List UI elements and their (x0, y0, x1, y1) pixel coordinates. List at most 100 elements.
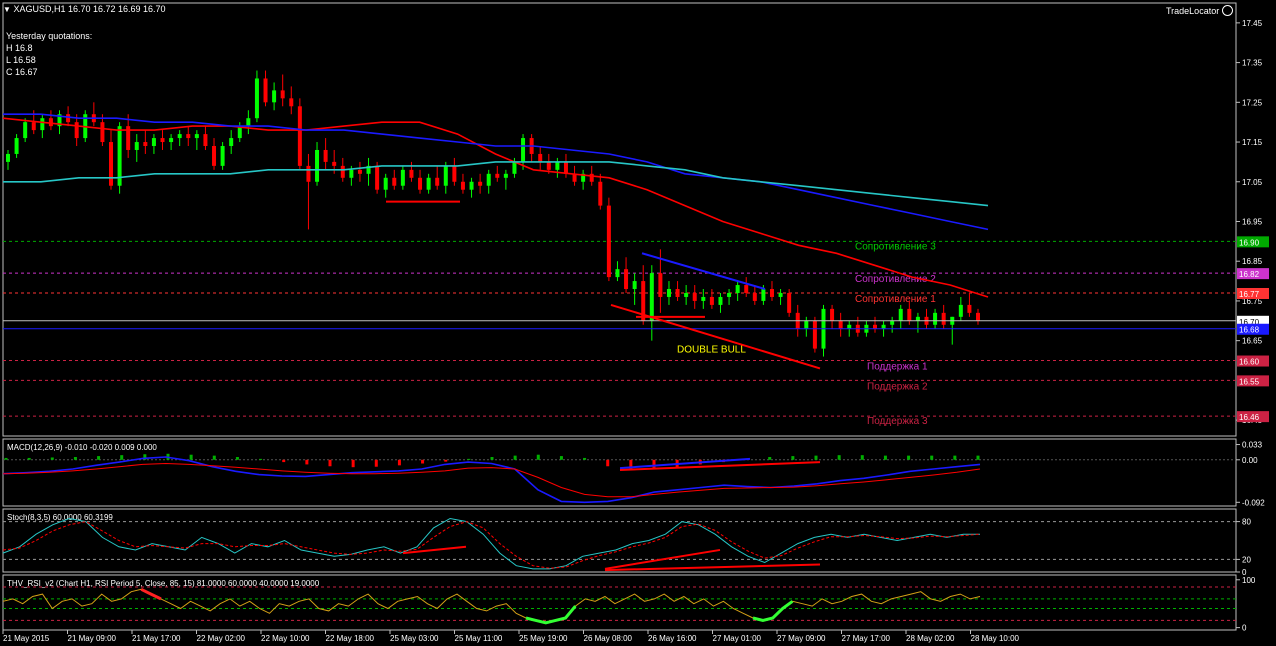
macd-histogram-bar (953, 455, 957, 460)
ma-red-line (2, 117, 989, 298)
y-tick-label: 17.05 (1242, 178, 1263, 187)
candle-body (349, 169, 354, 178)
candle-body (761, 289, 766, 301)
candle-body (915, 316, 920, 321)
macd-histogram-bar (768, 457, 772, 460)
candle-body (143, 142, 148, 147)
macd-histogram-bar (559, 456, 563, 460)
candle-body (220, 146, 225, 166)
candle-body (315, 149, 320, 182)
candle-body (383, 177, 388, 190)
double-bull-label: DOUBLE BULL (677, 345, 746, 356)
macd-signal-line (2, 462, 981, 498)
macd-histogram-bar (328, 459, 332, 467)
candle-body (744, 285, 749, 293)
candle-body (151, 138, 156, 147)
candle-body (486, 173, 491, 186)
candle-body (658, 273, 663, 297)
macd-histogram-bar (351, 459, 355, 468)
macd-histogram-bar (120, 455, 124, 460)
candle-body (907, 308, 912, 321)
y-tick-label: 17.45 (1242, 19, 1263, 28)
candle-body (967, 304, 972, 313)
macd-histogram-bar (374, 459, 378, 467)
y-tick-label: 17.25 (1242, 98, 1263, 107)
candle-body (100, 122, 105, 143)
macd-panel-frame (2, 438, 1237, 507)
time-axis-label: 25 May 11:00 (455, 634, 503, 643)
candle-body (40, 118, 45, 131)
level-label: Поддержка 3 (867, 416, 928, 427)
candle-body (134, 142, 139, 150)
candle-body (478, 181, 483, 186)
price-tag-label: 16.90 (1239, 238, 1260, 247)
macd-histogram-bar (513, 455, 517, 460)
candle-body (186, 134, 191, 139)
candle-body (48, 118, 53, 127)
price-tag-label: 16.77 (1239, 290, 1260, 299)
candle-body (804, 320, 809, 329)
macd-y-tick-label: 0.00 (1242, 456, 1258, 465)
macd-histogram-bar (235, 457, 239, 460)
time-axis-label: 25 May 03:00 (390, 634, 439, 643)
macd-histogram-bar (4, 457, 8, 460)
macd-histogram-bar (189, 454, 193, 460)
candle-body (74, 122, 79, 139)
candle-body (289, 98, 294, 107)
stoch-panel-frame (2, 508, 1237, 573)
candle-body (727, 292, 732, 297)
candle-body (263, 78, 268, 103)
macd-histogram-bar (837, 455, 841, 460)
candle-body (958, 304, 963, 317)
stoch-y-tick-label: 80 (1242, 518, 1251, 527)
time-axis-label: 28 May 02:00 (906, 634, 955, 643)
candle-body (246, 118, 251, 127)
candle-body (872, 324, 877, 329)
candle-body (375, 165, 380, 190)
candle-body (460, 181, 465, 190)
candle-body (881, 324, 886, 329)
macd-histogram-bar (97, 456, 101, 460)
trendline-red-down (610, 303, 821, 370)
macd-histogram-bar (629, 459, 633, 470)
time-axis-label: 21 May 09:00 (68, 634, 117, 643)
candle-body (546, 161, 551, 170)
macd-histogram-bar (930, 455, 934, 460)
candle-body (838, 320, 843, 329)
candle-body (409, 169, 414, 178)
candle-body (830, 308, 835, 321)
macd-histogram-bar (421, 459, 425, 464)
y-tick-label: 17.35 (1242, 59, 1263, 68)
candle-body (598, 181, 603, 206)
y-tick-label: 17.15 (1242, 138, 1263, 147)
candle-body (624, 269, 629, 290)
macd-histogram-bar (907, 455, 911, 460)
candle-body (752, 292, 757, 301)
candle-body (177, 134, 182, 139)
time-axis-label: 27 May 01:00 (713, 634, 762, 643)
candle-body (194, 134, 199, 139)
chart-canvas[interactable]: 17.4517.3517.2517.1517.0516.9516.8516.75… (0, 0, 1276, 646)
candle-body (14, 138, 19, 154)
candle-body (254, 78, 259, 119)
candle-body (280, 90, 285, 99)
candle-body (521, 138, 526, 162)
level-label: Поддержка 2 (867, 381, 928, 392)
candle-body (538, 153, 543, 162)
candle-body (976, 312, 980, 321)
candle-body (323, 149, 328, 162)
time-axis-label: 21 May 17:00 (132, 634, 181, 643)
time-axis-label: 28 May 10:00 (971, 634, 1020, 643)
stoch-trendline-1 (402, 545, 467, 555)
macd-y-tick-label: -0.092 (1242, 498, 1265, 507)
candle-body (787, 292, 792, 313)
level-label: Сопротивление 3 (855, 241, 936, 252)
time-axis-label: 22 May 10:00 (261, 634, 310, 643)
candle-body (203, 134, 208, 147)
candle-body (941, 312, 946, 325)
candle-body (272, 90, 277, 103)
time-axis-label: 22 May 02:00 (197, 634, 246, 643)
time-axis-label: 27 May 09:00 (777, 634, 826, 643)
blue-line-tag-label: 16.68 (1239, 326, 1260, 335)
candle-body (666, 289, 671, 297)
